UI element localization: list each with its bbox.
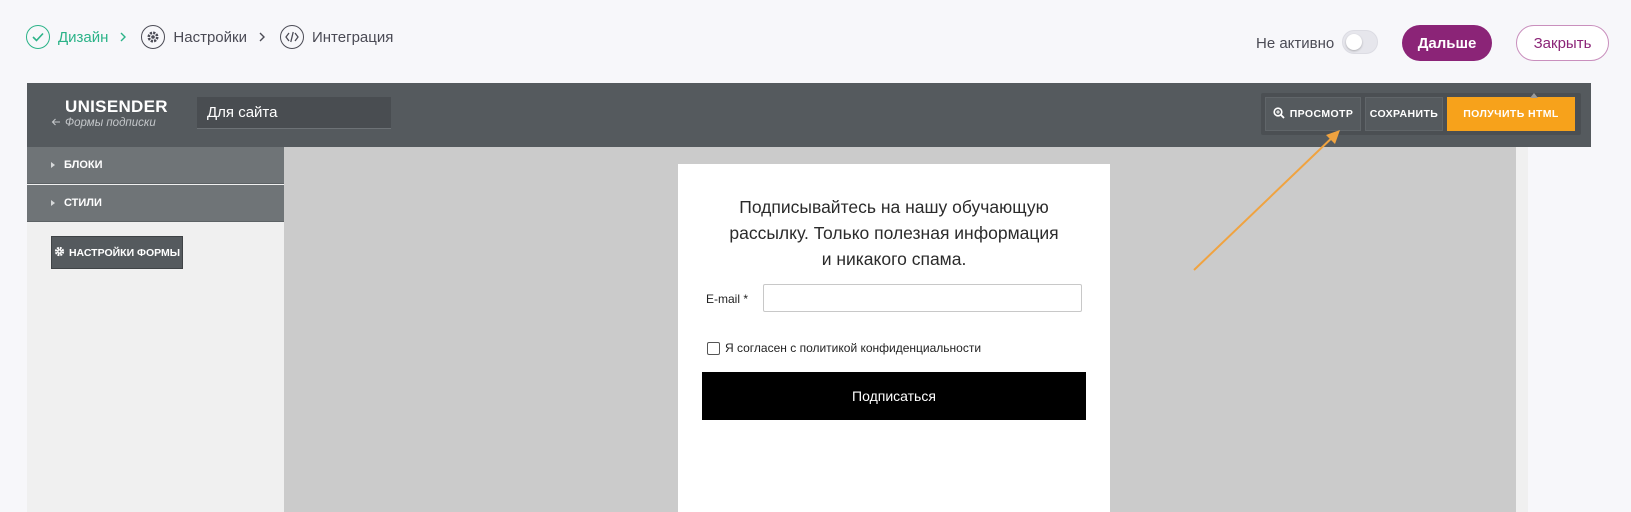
save-button[interactable]: СОХРАНИТЬ xyxy=(1365,97,1443,131)
step-integration-label: Интеграция xyxy=(311,28,394,46)
subscription-form-preview: Подписывайтесь на нашу обучающую рассылк… xyxy=(678,164,1110,512)
stepper: Дизайн Настройки Интеграция xyxy=(26,24,393,50)
gear-icon xyxy=(141,25,166,49)
arrow-left-icon xyxy=(51,117,61,129)
next-button[interactable]: Дальше xyxy=(1402,25,1492,61)
form-name-input[interactable]: Для сайта xyxy=(197,97,391,129)
email-label: E-mail * xyxy=(706,292,749,306)
brand-logo: UNISENDER xyxy=(65,97,168,116)
scroll-up-icon[interactable] xyxy=(1530,85,1538,103)
form-settings-button[interactable]: НАСТРОЙКИ ФОРМЫ xyxy=(51,236,183,269)
zoom-icon xyxy=(1273,106,1285,122)
form-settings-label: НАСТРОЙКИ ФОРМЫ xyxy=(68,246,181,259)
form-editor: UNISENDER Формы подписки Для сайта ПРОСМ… xyxy=(27,83,1591,512)
step-integration[interactable]: Интеграция xyxy=(279,25,394,49)
canvas-scrollbar[interactable] xyxy=(1516,147,1528,512)
sidebar-item-blocks[interactable]: БЛОКИ xyxy=(27,147,284,184)
chevron-right-icon xyxy=(259,32,266,42)
back-to-forms-label: Формы подписки xyxy=(65,117,156,129)
active-toggle[interactable] xyxy=(1342,30,1378,54)
subscribe-button[interactable]: Подписаться xyxy=(702,372,1086,420)
email-input[interactable] xyxy=(763,284,1082,312)
step-design-label: Дизайн xyxy=(58,28,109,46)
step-settings[interactable]: Настройки xyxy=(141,25,247,49)
check-icon xyxy=(26,25,50,49)
step-design[interactable]: Дизайн xyxy=(26,25,108,49)
form-title-line: рассылку. Только полезная информация xyxy=(729,223,1059,243)
consent-row[interactable]: Я согласен с политикой конфиденциальност… xyxy=(707,341,981,355)
editor-header: UNISENDER Формы подписки Для сайта ПРОСМ… xyxy=(27,83,1591,147)
toggle-knob xyxy=(1346,34,1362,50)
get-html-button[interactable]: ПОЛУЧИТЬ HTML xyxy=(1447,97,1575,131)
consent-checkbox[interactable] xyxy=(707,341,720,355)
caret-right-icon xyxy=(51,162,55,168)
form-title: Подписывайтесь на нашу обучающую рассылк… xyxy=(702,194,1086,272)
editor-sidebar: БЛОКИ СТИЛИ НАСТРОЙКИ ФОРМЫ xyxy=(27,147,284,512)
right-gutter xyxy=(1528,93,1591,512)
close-button[interactable]: Закрыть xyxy=(1516,25,1609,61)
sidebar-item-styles[interactable]: СТИЛИ xyxy=(27,185,284,222)
chevron-right-icon xyxy=(120,32,127,42)
preview-button[interactable]: ПРОСМОТР xyxy=(1265,97,1361,131)
caret-right-icon xyxy=(51,200,55,206)
sidebar-item-blocks-label: БЛОКИ xyxy=(64,159,103,171)
form-title-line: Подписывайтесь на нашу обучающую xyxy=(739,197,1049,217)
preview-label: ПРОСМОТР xyxy=(1289,108,1354,120)
status-label: Не активно xyxy=(1256,35,1335,52)
step-settings-label: Настройки xyxy=(173,28,247,46)
back-to-forms-link[interactable]: Формы подписки xyxy=(51,117,156,129)
gear-icon xyxy=(54,246,65,260)
form-title-line: и никакого спама. xyxy=(821,249,967,269)
code-icon xyxy=(279,25,304,49)
sidebar-item-styles-label: СТИЛИ xyxy=(64,197,102,209)
consent-label: Я согласен с политикой конфиденциальност… xyxy=(725,341,982,355)
